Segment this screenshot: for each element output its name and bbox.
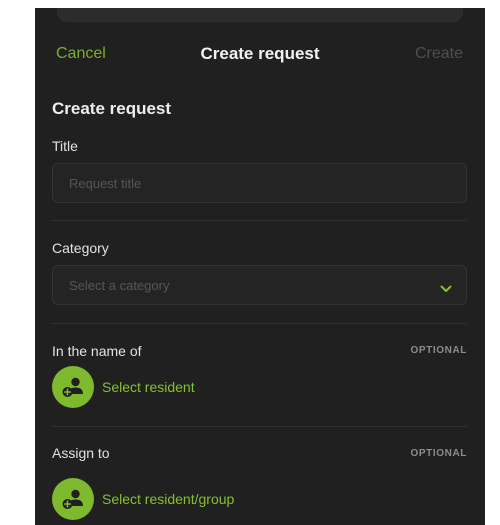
in-the-name-of-label: In the name of: [52, 343, 142, 359]
optional-tag: OPTIONAL: [410, 345, 467, 356]
title-input[interactable]: [53, 164, 466, 202]
assign-to-label: Assign to: [52, 445, 110, 461]
create-request-sheet: Cancel Create request Create Create requ…: [35, 8, 485, 525]
cancel-button[interactable]: Cancel: [56, 45, 106, 63]
create-button[interactable]: Create: [415, 45, 463, 63]
divider: [52, 220, 467, 221]
category-label: Category: [52, 240, 109, 256]
divider: [52, 323, 467, 324]
add-person-icon[interactable]: [52, 366, 94, 408]
title-label: Title: [52, 138, 78, 154]
category-select[interactable]: Select a category: [52, 265, 467, 305]
background-sheet: [57, 8, 463, 22]
select-resident-group-label[interactable]: Select resident/group: [102, 491, 234, 507]
optional-tag: OPTIONAL: [410, 448, 467, 459]
add-person-icon[interactable]: [52, 478, 94, 520]
title-field[interactable]: [52, 163, 467, 203]
form-heading: Create request: [52, 99, 172, 118]
category-placeholder: Select a category: [69, 278, 170, 293]
chevron-down-icon: [440, 280, 452, 298]
navigation-bar: Cancel Create request Create: [35, 38, 485, 70]
select-resident-label[interactable]: Select resident: [102, 379, 195, 395]
divider: [52, 426, 467, 427]
